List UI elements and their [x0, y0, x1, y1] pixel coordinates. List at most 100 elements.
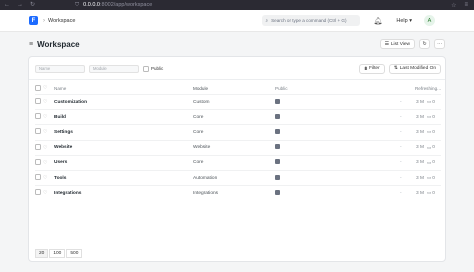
sidebar-toggle-icon[interactable]: ≡ — [29, 41, 33, 48]
row-name[interactable]: Tools — [54, 176, 193, 181]
shield-icon: ⛉ — [75, 1, 80, 8]
comment-icon: ▭ — [427, 114, 432, 120]
comment-icon: ▭ — [427, 159, 432, 165]
table-row[interactable]: ♡ Website Website -3 M ▭ 0 — [35, 139, 441, 155]
more-icon: ⋯ — [437, 41, 442, 47]
notification-bell-icon[interactable]: 🔔︎ — [374, 17, 383, 25]
divider — [29, 79, 445, 80]
row-name[interactable]: Website — [54, 145, 193, 150]
search-input[interactable]: ⌕ Search or type a command (Ctrl + G) — [261, 15, 360, 26]
address-bar[interactable]: ⛉ 0.0.0.0:8002/app/workspace — [75, 2, 152, 9]
chevron-right-icon: › — [43, 17, 45, 24]
row-name[interactable]: Settings — [54, 130, 193, 135]
row-module: Core — [193, 129, 204, 135]
list-view-button[interactable]: ☰ List View — [379, 39, 415, 49]
refresh-button[interactable]: ↻ — [419, 39, 430, 49]
table-row[interactable]: ♡ Settings Core - 3 M ▭ 0 — [35, 124, 441, 139]
reload-icon[interactable]: ↻ — [30, 0, 35, 10]
refreshing-status: Refreshing... — [414, 85, 441, 91]
heart-icon: ♡ — [43, 85, 48, 91]
row-comments: ▭ 0 — [427, 160, 441, 166]
comment-count: 0 — [432, 160, 435, 166]
row-name[interactable]: Build — [54, 115, 193, 120]
filter-icon: ⩩ — [364, 66, 368, 72]
row-checkbox[interactable] — [35, 174, 41, 180]
table-row[interactable]: ♡ Customization Custom - 3 M ▭ 0 — [35, 94, 441, 109]
row-name[interactable]: Users — [54, 160, 193, 165]
page-size-100[interactable]: 100 — [49, 249, 66, 258]
public-checkbox[interactable] — [143, 65, 149, 72]
sort-button[interactable]: ⇅ Last Modified On — [388, 63, 441, 74]
browser-toolbar: ← → ↻ ⛉ 0.0.0.0:8002/app/workspace ☆ ≡ — [0, 0, 474, 10]
url-path: :8002/app/workspace — [100, 2, 153, 8]
table-header: ♡ Name Module Public Refreshing... — [35, 83, 441, 93]
public-check-icon — [275, 144, 280, 150]
bookmark-icon[interactable]: ☆ — [451, 2, 456, 9]
module-filter-input[interactable]: Module — [89, 64, 139, 73]
list-card: Name Module Public ⩩ Filter ⇅ Last Modif… — [28, 56, 446, 262]
column-header-name: Name — [54, 85, 67, 91]
table-row[interactable]: ♡ Build Core - 3 M ▭ 0 — [35, 109, 441, 124]
heart-icon[interactable]: ♡ — [43, 145, 54, 151]
row-checkbox[interactable] — [35, 143, 41, 150]
forward-icon[interactable]: → — [17, 0, 23, 10]
row-comments: ▭ 0 — [427, 190, 441, 196]
app-logo[interactable]: F — [29, 16, 38, 25]
row-modified: 3 M — [416, 160, 424, 166]
list-view-label: List View — [390, 41, 410, 47]
row-comments: ▭ 0 — [427, 114, 441, 120]
row-name[interactable]: Integrations — [54, 191, 193, 196]
row-comments: ▭ 0 — [427, 99, 441, 105]
comment-count: 0 — [432, 190, 435, 196]
breadcrumb[interactable]: Workspace — [48, 18, 75, 24]
row-comments: ▭ 0 — [427, 145, 441, 151]
page-size-500[interactable]: 500 — [66, 249, 83, 258]
row-name[interactable]: Customization — [54, 100, 193, 105]
row-comments: ▭ 0 — [427, 129, 441, 135]
name-filter-input[interactable]: Name — [35, 64, 85, 73]
row-checkbox[interactable] — [35, 113, 41, 120]
select-all-checkbox[interactable] — [35, 84, 41, 91]
app-navbar: F › Workspace ⌕ Search or type a command… — [0, 10, 474, 32]
row-modified: 3 M — [416, 190, 424, 196]
comment-icon: ▭ — [427, 99, 432, 104]
row-dash: - — [400, 190, 402, 196]
row-checkbox[interactable] — [35, 128, 41, 135]
row-checkbox[interactable] — [35, 189, 41, 196]
help-dropdown[interactable]: Help ▾ — [396, 18, 412, 24]
heart-icon[interactable]: ♡ — [43, 99, 54, 105]
more-menu-button[interactable]: ⋯ — [434, 39, 445, 49]
row-dash: - — [400, 129, 402, 135]
column-header-module: Module — [193, 85, 209, 91]
public-filter-checkbox[interactable]: Public — [143, 65, 163, 72]
url-host: 0.0.0.0 — [83, 2, 100, 8]
filter-button[interactable]: ⩩ Filter — [359, 63, 385, 74]
menu-icon[interactable]: ≡ — [464, 2, 468, 9]
back-icon[interactable]: ← — [4, 0, 10, 10]
public-check-icon — [275, 189, 280, 195]
table-row[interactable]: ♡ Tools Automation - 3 M ▭ 0 — [35, 170, 441, 185]
row-modified: 3 M — [416, 145, 424, 151]
comment-count: 0 — [432, 114, 435, 120]
table-row[interactable]: ♡ Users Core - 3 M ▭ 0 — [35, 154, 441, 170]
heart-icon[interactable]: ♡ — [43, 160, 54, 166]
table-row[interactable]: ♡ Integrations Integrations -3 M ▭ 0 — [35, 185, 441, 200]
heart-icon[interactable]: ♡ — [43, 129, 54, 135]
row-checkbox[interactable] — [35, 158, 41, 165]
chevron-down-icon: ▾ — [409, 17, 412, 24]
sort-icon: ⇅ — [393, 66, 398, 71]
help-label: Help — [396, 17, 408, 24]
heart-icon[interactable]: ♡ — [43, 114, 54, 120]
public-check-icon — [275, 128, 280, 134]
row-comments: ▭ 0 — [427, 175, 441, 181]
avatar[interactable]: A — [424, 15, 435, 26]
row-dash: - — [400, 99, 402, 105]
row-checkbox[interactable] — [35, 98, 41, 104]
column-header-public: Public — [275, 85, 288, 91]
heart-icon[interactable]: ♡ — [43, 190, 54, 196]
search-placeholder: Search or type a command (Ctrl + G) — [271, 18, 347, 23]
heart-icon[interactable]: ♡ — [43, 175, 54, 181]
filter-label: Filter — [369, 66, 380, 71]
page-size-20[interactable]: 20 — [35, 249, 49, 258]
row-module: Custom — [193, 99, 210, 105]
